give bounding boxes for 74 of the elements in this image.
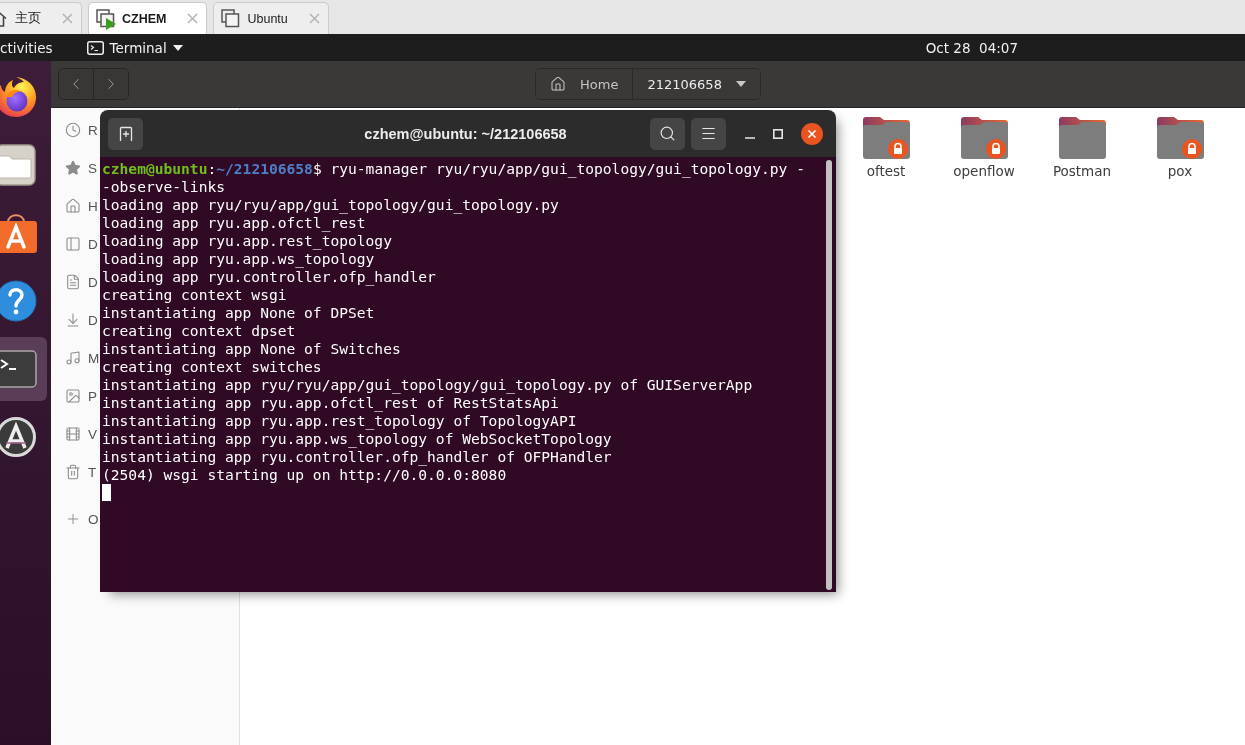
maximize-icon[interactable] [773, 128, 783, 139]
search-button[interactable] [650, 117, 685, 150]
document-icon [65, 274, 81, 290]
terminal-line: loading app ryu/ryu/app/gui_topology/gui_topology.py [102, 196, 559, 214]
star-icon [65, 160, 81, 176]
close-icon[interactable] [801, 122, 823, 145]
sidebar-item[interactable]: O [65, 500, 99, 538]
path-button[interactable]: 212106658 [632, 69, 760, 99]
sidebar-item[interactable]: S [65, 149, 97, 187]
sidebar-item[interactable]: R [65, 111, 98, 149]
stacked-windows-icon [221, 9, 241, 28]
fox-globe-icon [0, 76, 37, 118]
search-icon [659, 125, 676, 142]
folder-item[interactable]: Postman [1033, 117, 1131, 179]
sidebar-item[interactable]: D [65, 263, 98, 301]
terminal-icon [0, 348, 37, 390]
window-title: czhem@ubuntu: ~/212106658 [364, 125, 567, 142]
terminal-line: instantiating app ryu.app.ws_topology of WebSocketTopology [102, 430, 612, 448]
terminal-line: (2504) wsgi starting up on http://0.0.0.0:8080 [102, 466, 507, 484]
picture-icon [65, 388, 81, 404]
folder-item[interactable]: openflow [935, 117, 1033, 179]
home-icon [550, 76, 567, 92]
download-icon [65, 312, 81, 328]
new-tab-button[interactable] [108, 117, 143, 150]
vm-tab[interactable]: CZHEM [88, 2, 208, 34]
sidebar-item[interactable]: P [65, 377, 97, 415]
clock-icon [65, 122, 81, 138]
menu-button[interactable] [691, 117, 726, 150]
caret-icon [735, 81, 746, 87]
vm-tab[interactable]: 主页 [0, 2, 82, 34]
plus-icon [65, 511, 81, 527]
terminal-line: instantiating app ryu.controller.ofp_handler of OFPHandler [102, 448, 612, 466]
terminal-line: instantiating app ryu.app.rest_topology of TopologyAPI [102, 412, 577, 430]
terminal-line: loading app ryu.app.ws_topology [102, 250, 375, 268]
sidebar-item[interactable]: D [65, 225, 98, 263]
terminal-line: loading app ryu.app.rest_topology [102, 232, 392, 250]
terminal-line: instantiating app ryu.app.ofctl_rest of RestStatsApi [102, 394, 559, 412]
circled-a-icon [0, 416, 37, 458]
shopping-bag-icon [0, 212, 37, 254]
terminal-line: creating context dpset [102, 322, 296, 340]
sidebar-item[interactable]: T [65, 453, 97, 491]
text-cursor [102, 484, 111, 501]
terminal-line: loading app ryu.app.ofctl_rest [102, 214, 366, 232]
panel-icon [65, 236, 81, 252]
app-menu-button[interactable]: Terminal [86, 39, 183, 56]
activities-button[interactable]: ctivities [0, 39, 53, 56]
help-icon [0, 280, 37, 322]
menu-icon [700, 125, 717, 142]
film-icon [65, 426, 81, 442]
new-tab-icon [117, 125, 134, 142]
folder-item[interactable]: pox [1131, 117, 1229, 179]
terminal-line: -observe-links [102, 178, 225, 196]
folder-icon [1058, 117, 1106, 159]
sidebar-item[interactable]: D [65, 301, 98, 339]
music-note-icon [65, 350, 81, 366]
scrollbar[interactable] [826, 160, 832, 590]
terminal-line: instantiating app ryu/ryu/app/gui_topology/gui_topology.py of GUIServerApp [102, 376, 753, 394]
terminal-line: loading app ryu.controller.ofp_handler [102, 268, 436, 286]
terminal-line: creating context wsgi [102, 286, 287, 304]
terminal-line: creating context switches [102, 358, 322, 376]
prompt-line: czhem@ubuntu:~/212106658$ ryu-manager ryu/ryu/app/gui_topology/gui_topology.py - [102, 160, 805, 178]
folder-item[interactable]: oftest [837, 117, 935, 179]
terminal-icon [86, 40, 104, 55]
terminal-line: instantiating app None of Switches [102, 340, 401, 358]
trash-icon [65, 464, 81, 480]
sidebar-item[interactable]: H [65, 187, 98, 225]
sidebar-item[interactable]: M [65, 339, 100, 377]
home-icon [65, 198, 81, 214]
sidebar-item[interactable]: V [65, 415, 97, 453]
vm-tab[interactable]: Ubuntu [213, 2, 329, 34]
terminal-line: instantiating app None of DPSet [102, 304, 375, 322]
caret-icon [172, 44, 183, 51]
folder-tile-icon [0, 144, 37, 186]
clock[interactable]: Oct 28 04:07 [925, 39, 1018, 56]
